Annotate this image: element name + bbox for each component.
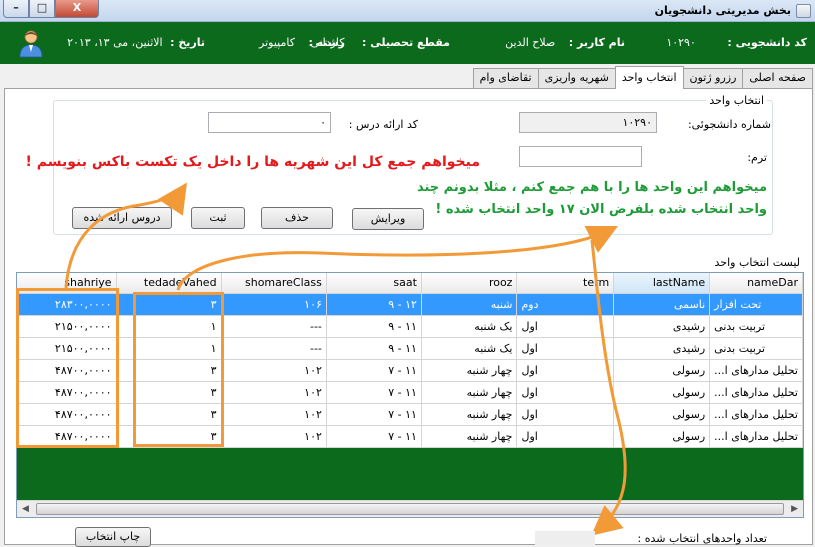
units-sum-note-line2: واحد انتخاب شده بلفرض الان ۱۷ واحد انتخا… (435, 202, 767, 217)
maximize-button[interactable]: □ (29, 0, 55, 18)
offered-courses-button[interactable]: دروس ارائه شده (72, 207, 172, 229)
table-cell-saat[interactable]: ۱۱ - ۹ (326, 337, 422, 360)
field-info: رشته : کامپيوتر (259, 36, 345, 49)
selected-units-count-label: تعداد واحدهای انتخاب شده : (637, 532, 768, 545)
scroll-right-icon[interactable]: ▶ (791, 504, 798, 514)
table-cell-saat[interactable]: ۱۱ - ۷ (326, 403, 422, 426)
column-header-lastname[interactable]: lastName (613, 273, 711, 294)
scrollbar-thumb[interactable] (36, 503, 784, 515)
table-cell-lastname[interactable]: رسولی (613, 359, 711, 382)
table-cell-saat[interactable]: ۱۲ - ۹ (326, 293, 422, 316)
table-cell-rooz[interactable]: شنبه (421, 293, 518, 316)
minimize-button[interactable]: – (3, 0, 29, 18)
table-cell-lastname[interactable]: رسولی (613, 425, 711, 448)
tab-loan-request[interactable]: تقاضای وام (472, 68, 539, 88)
tab-meal-reservation[interactable]: رزرو ژتون (682, 68, 744, 88)
edit-button[interactable]: ويرايش (352, 208, 424, 230)
units-column-highlight (133, 292, 224, 447)
table-cell-shomareclass[interactable]: ۱۰۲ (221, 403, 327, 426)
tuition-sum-note: ميخواهم جمع کل اين شهريه ها را داخل يک ت… (25, 154, 480, 170)
table-cell-term[interactable]: اول (516, 359, 615, 382)
main-tabs: صفحه اصلی رزرو ژتون انتخاب واحد شهريه وا… (472, 66, 813, 89)
table-cell-shomareclass[interactable]: ۱۰۲ (221, 381, 327, 404)
horizontal-scrollbar[interactable]: ◀ ▶ (17, 500, 803, 517)
column-header-rooz[interactable]: rooz (421, 273, 518, 294)
table-cell-namedar[interactable]: تحليل مدارهای ا... (709, 381, 803, 404)
table-cell-rooz[interactable]: چهار شنبه (421, 381, 518, 404)
units-sum-note-line1: ميخواهم اين واحد ها را با هم جمع کنم ، م… (416, 180, 767, 195)
tuition-column-highlight (16, 288, 119, 448)
table-cell-shomareclass[interactable]: --- (221, 315, 327, 338)
course-list-title: ليست انتخاب واحد (711, 256, 803, 269)
window-title: بخش مديريتی دانشجويان (654, 4, 791, 17)
table-cell-namedar[interactable]: تحليل مدارهای ا... (709, 359, 803, 382)
date-info: تاريخ : الاثنين، مى ۱۳، ۲۰۱۳ (67, 36, 205, 49)
table-cell-lastname[interactable]: رسولی (613, 403, 711, 426)
username-info: نام کاربر : صلاح الدين (505, 36, 625, 49)
user-avatar-icon (19, 30, 43, 58)
table-cell-rooz[interactable]: چهار شنبه (421, 403, 518, 426)
course-code-label: کد ارائه درس : (348, 118, 418, 131)
delete-button[interactable]: حذف (261, 207, 333, 229)
tab-home[interactable]: صفحه اصلی (742, 68, 813, 88)
table-cell-saat[interactable]: ۱۱ - ۹ (326, 315, 422, 338)
table-cell-term[interactable]: اول (516, 315, 615, 338)
table-cell-term[interactable]: اول (516, 425, 615, 448)
student-number-field[interactable] (519, 112, 657, 133)
table-cell-lastname[interactable]: رشيدی (613, 337, 711, 360)
scroll-left-icon[interactable]: ◀ (22, 504, 29, 514)
table-cell-saat[interactable]: ۱۱ - ۷ (326, 359, 422, 382)
table-cell-term[interactable]: اول (516, 381, 615, 404)
table-cell-rooz[interactable]: يک شنبه (421, 315, 518, 338)
table-cell-rooz[interactable]: چهار شنبه (421, 425, 518, 448)
course-code-field[interactable] (208, 112, 331, 133)
table-cell-term[interactable]: دوم (516, 293, 615, 316)
column-header-namedars[interactable]: nameDar (709, 273, 803, 294)
app-icon (796, 4, 811, 18)
table-cell-shomareclass[interactable]: ۱۰۲ (221, 425, 327, 448)
selected-units-count-field (535, 531, 595, 545)
column-header-tedadevahed[interactable]: tedadeVahed (116, 273, 222, 294)
table-cell-term[interactable]: اول (516, 337, 615, 360)
table-cell-namedar[interactable]: تربيت بدنی (709, 315, 803, 338)
term-label: ترم: (747, 151, 767, 164)
tab-tuition-paid[interactable]: شهريه واريزی (537, 68, 616, 88)
table-cell-rooz[interactable]: چهار شنبه (421, 359, 518, 382)
column-header-saat[interactable]: saat (326, 273, 422, 294)
table-cell-lastname[interactable]: ناسمی (613, 293, 711, 316)
table-cell-rooz[interactable]: يک شنبه (421, 337, 518, 360)
table-cell-namedar[interactable]: تحليل مدارهای ا... (709, 425, 803, 448)
table-cell-namedar[interactable]: تحليل مدارهای ا... (709, 403, 803, 426)
table-cell-lastname[interactable]: رسولی (613, 381, 711, 404)
column-header-shomareclass[interactable]: shomareClass (221, 273, 327, 294)
print-selection-button[interactable]: چاپ انتخاب (75, 527, 151, 547)
table-cell-term[interactable]: اول (516, 403, 615, 426)
term-field[interactable] (519, 146, 642, 167)
column-header-term[interactable]: term (516, 273, 615, 294)
student-code-info: کد دانشجويی : ۱۰۲۹۰ (666, 36, 807, 49)
table-cell-shomareclass[interactable]: --- (221, 337, 327, 360)
table-cell-saat[interactable]: ۱۱ - ۷ (326, 425, 422, 448)
table-cell-shomareclass[interactable]: ۱۰۶ (221, 293, 327, 316)
student-number-label: شماره دانشجوئی: (687, 118, 771, 131)
student-info-header: کد دانشجويی : ۱۰۲۹۰ نام کاربر : صلاح الد… (0, 22, 815, 64)
table-cell-lastname[interactable]: رشيدی (613, 315, 711, 338)
window-title-bar[interactable]: – □ X بخش مديريتی دانشجويان (0, 0, 815, 22)
tab-course-selection[interactable]: انتخاب واحد (614, 66, 684, 89)
close-button[interactable]: X (55, 0, 99, 18)
window-controls: – □ X (3, 0, 99, 18)
table-cell-namedar[interactable]: تربيت بدنی (709, 337, 803, 360)
table-cell-saat[interactable]: ۱۱ - ۷ (326, 381, 422, 404)
table-cell-namedar[interactable]: تحت افزار (709, 293, 803, 316)
register-button[interactable]: ثبت (191, 207, 245, 229)
group-title: انتخاب واحد (706, 94, 767, 107)
table-header-row: shahriye tedadeVahed shomareClass saat r… (17, 273, 803, 294)
table-cell-shomareclass[interactable]: ۱۰۲ (221, 359, 327, 382)
